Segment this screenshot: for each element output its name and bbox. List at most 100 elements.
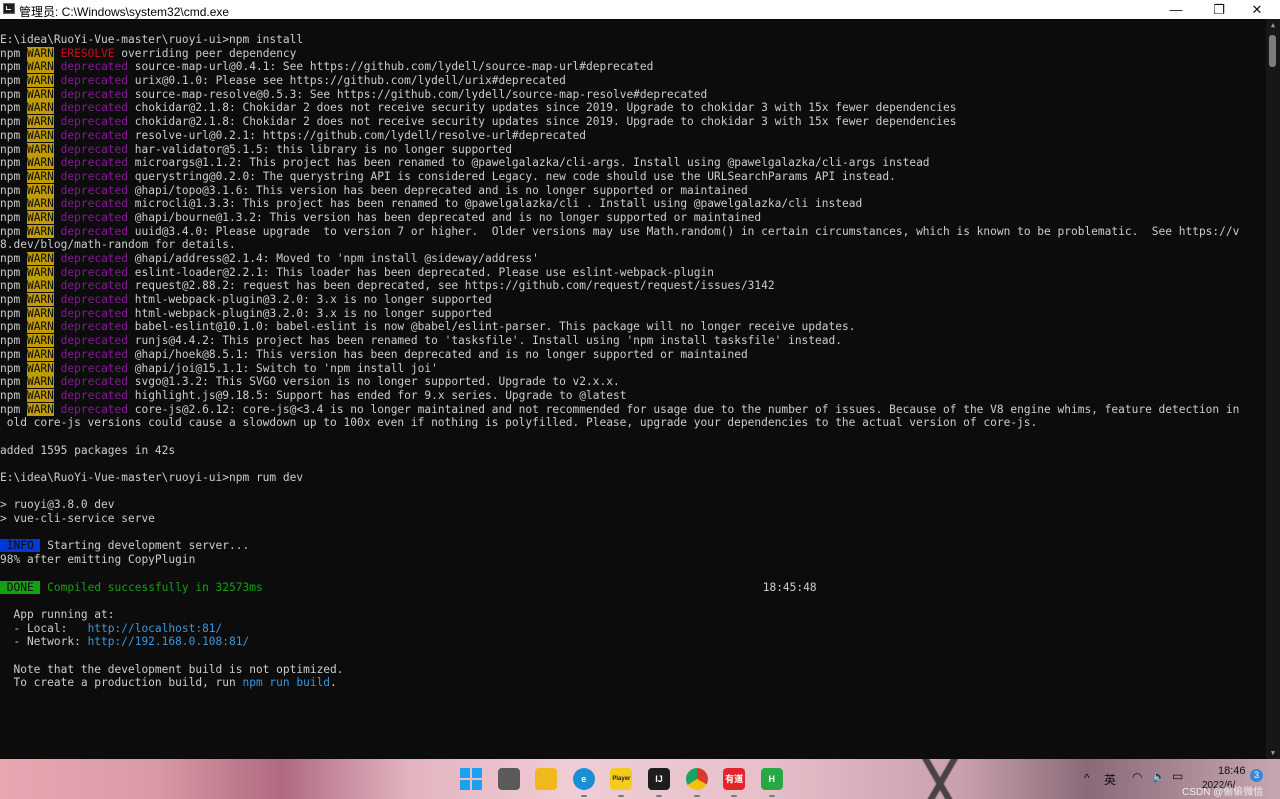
warn-tag: WARN [26, 156, 54, 170]
console-line: npm WARN deprecated microargs@1.1.2: Thi… [0, 156, 1266, 170]
csdn-watermark: CSDN @偷偷微信 [1182, 787, 1264, 798]
console-text: @hapi/hoek@8.5.1: This version has been … [128, 347, 748, 361]
warn-tag: WARN [26, 74, 54, 88]
file-explorer-icon[interactable] [535, 768, 558, 790]
done-badge: DONE [0, 580, 41, 594]
youdao-dict-icon[interactable]: 有道 [723, 768, 746, 790]
battery-icon[interactable]: ▭ [1172, 769, 1183, 783]
deprecated-tag: deprecated [60, 101, 129, 115]
link-text[interactable]: npm run build [242, 676, 330, 689]
console-text: overriding peer dependency [114, 46, 297, 60]
scroll-down-icon[interactable]: ▼ [1266, 749, 1280, 757]
console-text: microcli@1.3.3: This project has been re… [128, 197, 863, 211]
console-text: 18:45:48 [762, 580, 817, 594]
console-text: npm [0, 46, 27, 60]
console-text: highlight.js@9.18.5: Support has ended f… [128, 388, 627, 402]
close-button[interactable]: ✕ [1234, 0, 1280, 19]
scroll-up-icon[interactable]: ▲ [1266, 21, 1280, 29]
console-text: npm [0, 252, 27, 265]
running-indicator [768, 795, 775, 797]
console-line: npm WARN deprecated resolve-url@0.2.1: h… [0, 128, 1266, 143]
console-line: npm WARN deprecated eslint-loader@2.2.1:… [0, 265, 1266, 280]
warn-tag: WARN [26, 279, 54, 293]
console-line: npm WARN deprecated har-validator@5.1.5:… [0, 142, 1266, 157]
warn-tag: WARN [26, 306, 54, 320]
deprecated-tag: deprecated [60, 334, 129, 348]
console-line: npm WARN deprecated chokidar@2.1.8: Chok… [0, 115, 1266, 129]
console-line: E:\idea\RuoYi-Vue-master\ruoyi-ui>npm ru… [0, 471, 1266, 485]
warn-tag: WARN [26, 142, 54, 156]
deprecated-tag: deprecated [60, 293, 129, 307]
running-indicator [580, 795, 587, 797]
scroll-thumb[interactable] [1269, 35, 1276, 67]
volume-icon[interactable]: 🔈 [1152, 770, 1166, 783]
warn-tag: WARN [26, 128, 54, 142]
console-line: npm WARN deprecated querystring@0.2.0: T… [0, 169, 1266, 184]
link-text[interactable]: http://localhost:81/ [88, 622, 223, 635]
clock-time[interactable]: 18:46 [1218, 765, 1246, 777]
minimize-button[interactable]: — [1153, 0, 1199, 19]
console-line: npm WARN deprecated html-webpack-plugin@… [0, 293, 1266, 307]
deprecated-tag: deprecated [60, 306, 129, 320]
eresolve-tag: ERESOLVE [60, 46, 115, 60]
link-text[interactable]: http://192.168.0.108:81/ [88, 635, 250, 648]
notification-badge[interactable]: 3 [1250, 769, 1263, 782]
wifi-icon[interactable]: ◠ [1132, 770, 1142, 784]
running-indicator [618, 795, 625, 797]
system-tray: ^ 英 ◠ 🔈 ▭ 18:46 2022/6/ CSDN @偷偷微信 3 [1078, 759, 1280, 799]
edge-browser-icon[interactable]: e [572, 768, 595, 790]
ime-indicator[interactable]: 英 [1104, 771, 1116, 788]
console-text: 8.dev/blog/math-random for details. [0, 238, 236, 252]
deprecated-tag: deprecated [60, 279, 129, 293]
show-hidden-icons-button[interactable]: ^ [1084, 771, 1090, 785]
windows-start-icon[interactable] [460, 768, 482, 790]
hbuilder-icon[interactable]: H [760, 768, 783, 790]
cmd-app-icon [3, 3, 15, 14]
console-text: @hapi/address@2.1.4: Moved to 'npm insta… [128, 252, 539, 265]
vertical-scrollbar[interactable]: ▲ ▼ [1266, 19, 1280, 759]
console-text: npm [0, 128, 27, 142]
console-text: npm [0, 402, 27, 416]
console-line: npm WARN deprecated urix@0.1.0: Please s… [0, 74, 1266, 88]
wallpaper-tower [860, 759, 1020, 799]
console-text: . [330, 676, 337, 690]
deprecated-tag: deprecated [60, 224, 129, 238]
console-text: E:\idea\RuoYi-Vue-master\ruoyi-ui>npm ru… [0, 471, 304, 484]
warn-tag: WARN [26, 87, 54, 101]
console-text: @hapi/joi@15.1.1: Switch to 'npm install… [128, 361, 438, 375]
info-badge: INFO [0, 539, 41, 553]
warn-tag: WARN [26, 361, 54, 375]
deprecated-tag: deprecated [60, 347, 129, 361]
console-line: App running at: [0, 608, 1266, 622]
console-line: 8.dev/blog/math-random for details. [0, 238, 1266, 252]
warn-tag: WARN [26, 265, 54, 279]
console-line: npm WARN deprecated request@2.88.2: requ… [0, 279, 1266, 293]
console-text: npm [0, 347, 27, 361]
deprecated-tag: deprecated [60, 388, 129, 402]
console-text: @hapi/bourne@1.3.2: This version has bee… [128, 210, 762, 224]
console-text: npm [0, 279, 27, 293]
task-view-icon[interactable] [497, 768, 520, 790]
console-text: eslint-loader@2.2.1: This loader has bee… [128, 265, 714, 279]
warn-tag: WARN [26, 101, 54, 115]
console-output[interactable]: E:\idea\RuoYi-Vue-master\ruoyi-ui>npm in… [0, 19, 1266, 759]
warn-tag: WARN [26, 197, 54, 211]
potplayer-icon[interactable]: Player [610, 768, 633, 790]
deprecated-tag: deprecated [60, 375, 129, 389]
console-line: npm WARN deprecated chokidar@2.1.8: Chok… [0, 101, 1266, 115]
chrome-icon[interactable] [685, 768, 708, 790]
jetbrains-icon[interactable]: IJ [648, 768, 670, 790]
console-line: E:\idea\RuoYi-Vue-master\ruoyi-ui>npm in… [0, 33, 1266, 47]
